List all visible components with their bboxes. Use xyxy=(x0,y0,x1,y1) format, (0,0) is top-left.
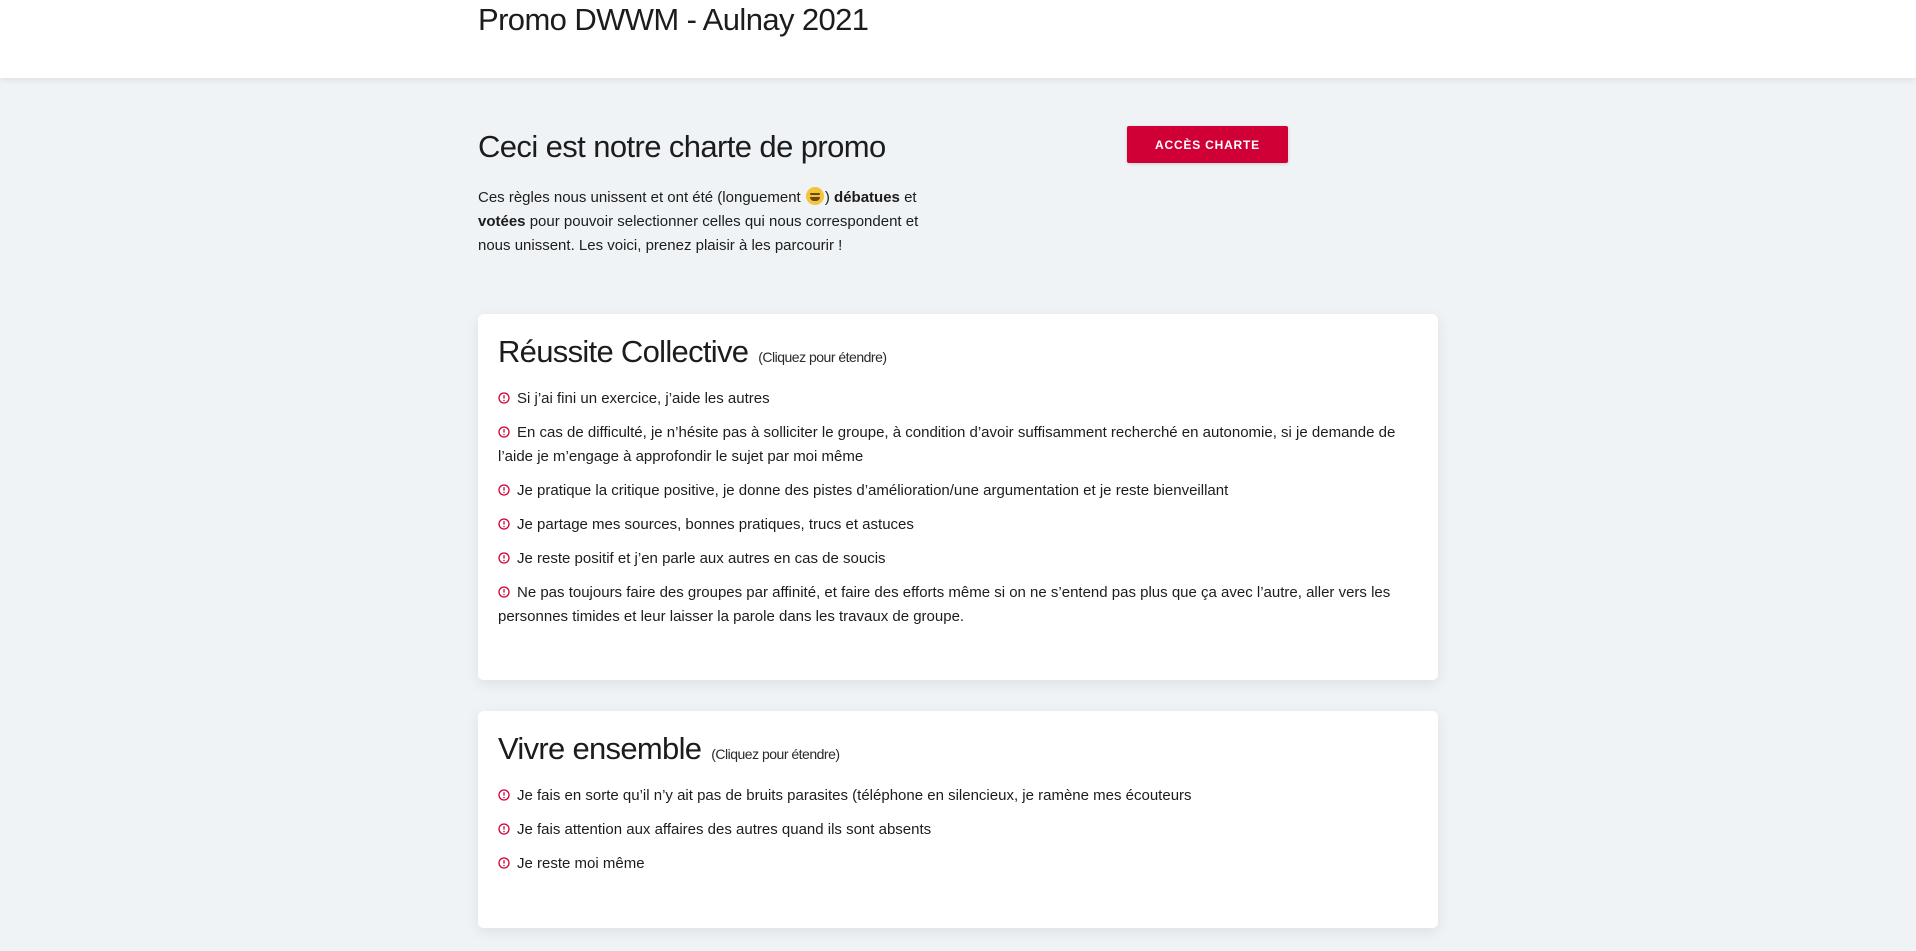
rule-item: Ne pas toujours faire des groupes par af… xyxy=(498,581,1418,629)
grinning-sweat-emoji-icon xyxy=(805,187,824,205)
alert-circle-icon xyxy=(498,484,510,496)
intro-bold-votees: votées xyxy=(478,213,526,230)
rule-item: Je pratique la critique positive, je don… xyxy=(498,479,1418,503)
rule-item: Je fais attention aux affaires des autre… xyxy=(498,818,1418,842)
rule-item: Je reste positif et j’en parle aux autre… xyxy=(498,547,1418,571)
alert-circle-icon xyxy=(498,392,510,404)
intro-text: Ces règles nous unissent et ont été (lon… xyxy=(478,186,948,258)
rule-text: Si j’ai fini un exercice, j’aide les aut… xyxy=(517,390,770,407)
rule-item: En cas de difficulté, je n’hésite pas à … xyxy=(498,421,1418,469)
rule-text: En cas de difficulté, je n’hésite pas à … xyxy=(498,424,1396,465)
section-title-text: Réussite Collective xyxy=(498,334,749,369)
alert-circle-icon xyxy=(498,789,510,801)
section-title-text: Vivre ensemble xyxy=(498,731,702,766)
intro-bold-debatues: débatues xyxy=(834,189,900,206)
section-title: Vivre ensemble (Cliquez pour étendre) xyxy=(498,731,1418,772)
intro-heading: Ceci est notre charte de promo xyxy=(478,129,886,164)
section-title: Réussite Collective (Cliquez pour étendr… xyxy=(498,334,1418,375)
alert-circle-icon xyxy=(498,586,510,598)
rule-list: Je fais en sorte qu’il n’y ait pas de br… xyxy=(498,784,1418,876)
rule-text: Je partage mes sources, bonnes pratiques… xyxy=(517,516,914,533)
intro-text-part2: ) xyxy=(824,189,835,206)
section-card-vivre-ensemble[interactable]: Vivre ensemble (Cliquez pour étendre) Je… xyxy=(478,711,1438,928)
alert-circle-icon xyxy=(498,552,510,564)
rule-item: Je partage mes sources, bonnes pratiques… xyxy=(498,513,1418,537)
top-header: Promo DWWM - Aulnay 2021 xyxy=(0,0,1916,78)
site-title: Promo DWWM - Aulnay 2021 xyxy=(478,2,869,37)
section-card-reussite-collective[interactable]: Réussite Collective (Cliquez pour étendr… xyxy=(478,314,1438,680)
rule-text: Je fais attention aux affaires des autre… xyxy=(517,821,932,838)
rule-text: Je reste positif et j’en parle aux autre… xyxy=(517,550,886,567)
rule-text: Je fais en sorte qu’il n’y ait pas de br… xyxy=(517,787,1192,804)
rule-item: Si j’ai fini un exercice, j’aide les aut… xyxy=(498,387,1418,411)
rule-text: Je pratique la critique positive, je don… xyxy=(517,482,1229,499)
rule-text: Ne pas toujours faire des groupes par af… xyxy=(498,584,1391,625)
alert-circle-icon xyxy=(498,823,510,835)
rule-list: Si j’ai fini un exercice, j’aide les aut… xyxy=(498,387,1418,629)
alert-circle-icon xyxy=(498,518,510,530)
rule-item: Je reste moi même xyxy=(498,852,1418,876)
expand-hint: (Cliquez pour étendre) xyxy=(758,349,887,365)
alert-circle-icon xyxy=(498,857,510,869)
alert-circle-icon xyxy=(498,426,510,438)
intro-text-part4: pour pouvoir selectionner celles qui nou… xyxy=(478,213,919,254)
rule-text: Je reste moi même xyxy=(517,855,645,872)
intro-text-part3: et xyxy=(899,189,917,206)
intro-text-part1: Ces règles nous unissent et ont été (lon… xyxy=(478,189,805,206)
acces-charte-button[interactable]: ACCÈS CHARTE xyxy=(1127,126,1288,163)
expand-hint: (Cliquez pour étendre) xyxy=(711,746,840,762)
rule-item: Je fais en sorte qu’il n’y ait pas de br… xyxy=(498,784,1418,808)
